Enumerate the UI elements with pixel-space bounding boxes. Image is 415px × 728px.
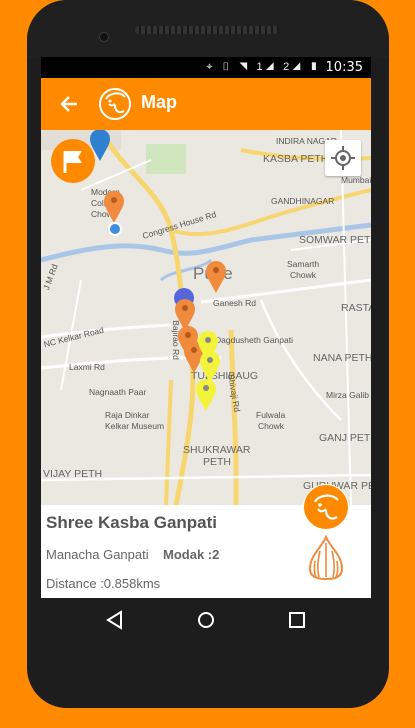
page-title: Map (141, 92, 177, 112)
status-bar: ⌖ ▯ ◥ 1◢ 2◢ ▮ 10:35 (41, 57, 371, 78)
map-label: RASTA (341, 302, 371, 314)
back-arrow-icon[interactable] (55, 90, 83, 118)
app-bar: Map (41, 78, 371, 130)
map-label: Mumbai (341, 175, 371, 185)
back-triangle-icon[interactable] (103, 608, 127, 632)
mandal-title: Shree Kasba Ganpati (46, 513, 218, 532)
map-label: Laxmi Rd (69, 362, 105, 372)
map-label: VIJAY PETH (43, 468, 103, 480)
blue-map-pin[interactable] (89, 130, 111, 162)
status-icons: ⌖ ▯ ◥ 1◢ 2◢ ▮ (206, 61, 321, 73)
my-location-button[interactable] (325, 140, 361, 176)
map-label: KASBA PETH (263, 153, 329, 165)
phone-bezel-top (27, 0, 389, 58)
map-label: SOMWAR PETH (299, 234, 371, 246)
speaker-grille (135, 26, 279, 34)
ganpati-face-button[interactable] (303, 484, 349, 530)
map-label: GANJ PETH (319, 432, 371, 444)
map-label: Raja Dinkar (105, 410, 150, 420)
modak-icon[interactable] (307, 534, 345, 583)
crosshair-icon (331, 146, 355, 170)
map-label: Mirza Galib (326, 390, 369, 400)
mandal-name: Manacha Ganpati (46, 547, 149, 562)
ganpati-face-icon (97, 85, 133, 121)
orange-map-pin[interactable] (103, 190, 125, 224)
status-time: 10:35 (325, 60, 363, 75)
map-label: Kelkar Museum (105, 421, 165, 431)
ganpati-info-panel[interactable]: Shree Kasba Ganpati Manacha Ganpati Moda… (41, 484, 371, 598)
front-camera (99, 32, 109, 42)
map-label: Nagnaath Paar (89, 387, 147, 397)
map-label: GANDHINAGAR (271, 196, 335, 206)
map-label: Fulwala (256, 410, 286, 420)
orange-map-pin[interactable] (205, 260, 227, 294)
map-view[interactable]: KASBA PETH INDIRA NAGAR GANDHINAGAR SOMW… (41, 130, 371, 505)
map-label: SHUKRAWAR (183, 444, 251, 456)
android-nav-bar (41, 598, 371, 642)
modak-count: Modak :2 (163, 547, 220, 562)
distance-text: Distance :0.858kms (46, 576, 161, 591)
home-circle-icon[interactable] (194, 608, 218, 632)
map-label: PETH (203, 456, 232, 468)
ganpati-face-icon (313, 494, 339, 520)
yellow-map-pin[interactable] (195, 378, 217, 412)
map-label: Dagdusheth Ganpati (215, 335, 293, 345)
map-label: NANA PETH (313, 352, 371, 364)
map-label: Ganesh Rd (213, 298, 256, 308)
recents-square-icon[interactable] (285, 608, 309, 632)
map-label: Chowk (290, 270, 316, 280)
app-screen: ⌖ ▯ ◥ 1◢ 2◢ ▮ 10:35 Map KASBA PETH INDIR… (41, 57, 371, 598)
map-label: Samarth (287, 259, 320, 269)
current-location-dot (108, 222, 122, 236)
map-label: Chowk (258, 421, 284, 431)
